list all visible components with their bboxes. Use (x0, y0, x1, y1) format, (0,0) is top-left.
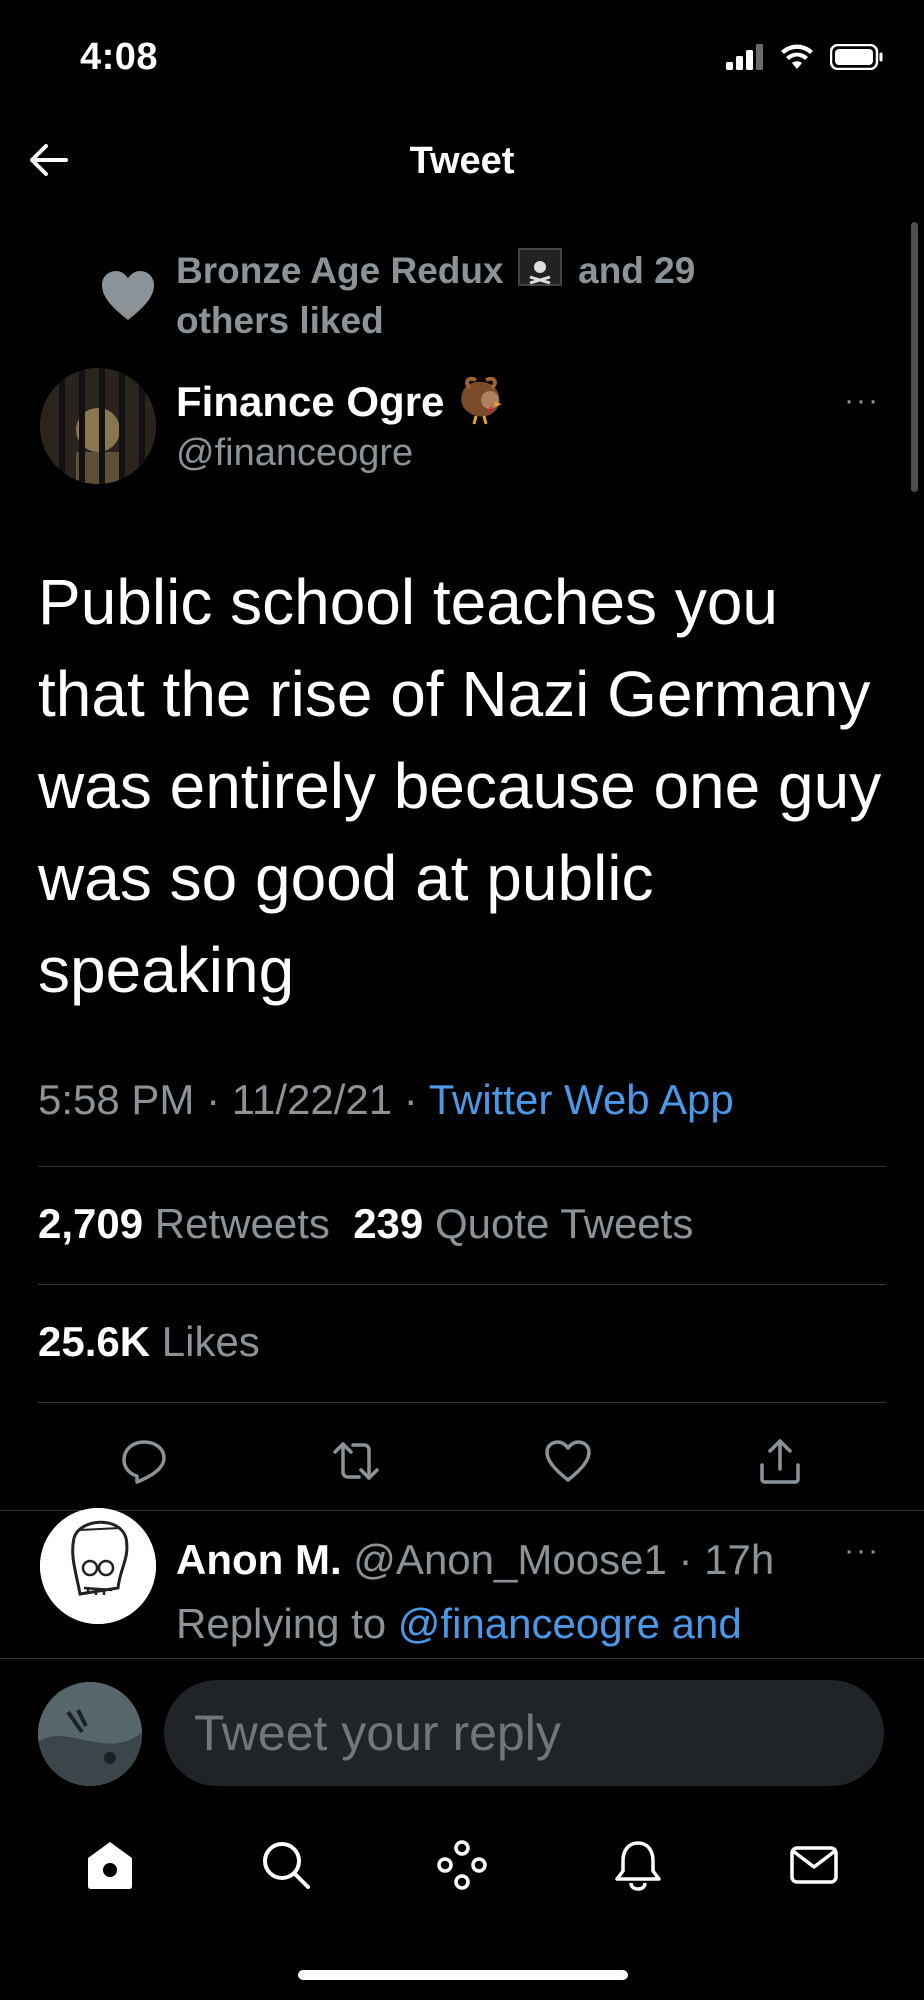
tab-search[interactable] (251, 1830, 321, 1900)
quotes-count: 239 (353, 1200, 424, 1247)
retweet-icon[interactable] (326, 1431, 386, 1491)
home-icon (88, 1842, 132, 1889)
author-name: Finance Ogre (176, 378, 445, 425)
reply-input[interactable] (164, 1680, 884, 1786)
reply-author-name[interactable]: Anon M. (176, 1536, 342, 1583)
reply-icon[interactable] (114, 1431, 174, 1491)
share-icon[interactable] (750, 1431, 810, 1491)
retweet-stats: 2,709 Retweets 239 Quote Tweets (38, 1200, 693, 1248)
meta-separator: · (194, 1076, 232, 1123)
reply-header: Anon M. @Anon_Moose1 · 17h (176, 1536, 774, 1584)
tab-notifications[interactable] (603, 1830, 673, 1900)
replying-prefix: Replying to (176, 1600, 387, 1647)
divider (38, 1284, 886, 1285)
tweet-date: 11/22/21 (231, 1076, 393, 1123)
replying-to: Replying to @financeogre and (176, 1600, 742, 1648)
scrollbar[interactable] (911, 222, 918, 492)
social-context[interactable]: Bronze Age Redux and 29 others liked (176, 246, 796, 346)
reply-time-separator: · (666, 1536, 705, 1583)
retweets-label: Retweets (154, 1200, 330, 1247)
pirate-flag-icon (517, 248, 562, 286)
battery-icon (830, 44, 883, 70)
messages-icon (790, 1846, 838, 1884)
tweet-text: Public school teaches you that the rise … (38, 566, 882, 1006)
divider (38, 1166, 886, 1167)
meta-separator: · (392, 1076, 429, 1123)
signal-icon (726, 44, 763, 70)
wifi-icon (781, 44, 813, 69)
reply-author-handle[interactable]: @Anon_Moose1 (353, 1536, 667, 1583)
reply-time: 17h (704, 1536, 775, 1583)
author-avatar[interactable] (40, 368, 156, 484)
tweet-meta: 5:58 PM · 11/22/21 · Twitter Web App (38, 1076, 734, 1124)
reply-avatar[interactable] (40, 1508, 156, 1624)
like-icon[interactable] (538, 1431, 598, 1491)
status-icons (726, 44, 884, 70)
reply-more-options-icon[interactable]: ··· (844, 1534, 880, 1568)
search-icon (263, 1842, 310, 1889)
more-options-icon[interactable]: ··· (844, 384, 880, 418)
tweet-source-link[interactable]: Twitter Web App (429, 1076, 734, 1123)
author-handle[interactable]: @financeogre (176, 432, 413, 475)
action-bar (38, 1416, 886, 1506)
likes-count: 25.6K (38, 1318, 151, 1365)
home-indicator[interactable] (298, 1970, 628, 1980)
tab-messages[interactable] (779, 1830, 849, 1900)
divider (0, 1658, 924, 1659)
likes-link[interactable]: 25.6K Likes (38, 1318, 260, 1366)
spaces-icon (437, 1840, 487, 1890)
quotes-link[interactable]: 239 Quote Tweets (353, 1200, 693, 1247)
likes-label: Likes (161, 1318, 260, 1365)
tab-bar (0, 1820, 924, 1910)
status-time: 4:08 (80, 36, 159, 78)
tab-home[interactable] (75, 1830, 145, 1900)
liked-heart-icon (102, 271, 154, 320)
page-title: Tweet (409, 140, 515, 182)
retweets-link[interactable]: 2,709 Retweets (38, 1200, 330, 1247)
quotes-label: Quote Tweets (434, 1200, 694, 1247)
turkey-icon (454, 374, 508, 426)
my-avatar[interactable] (38, 1682, 142, 1786)
divider (38, 1402, 886, 1403)
liker-name: Bronze Age Redux (176, 250, 504, 291)
notifications-icon (615, 1841, 661, 1891)
replying-to-link[interactable]: @financeogre and (398, 1600, 742, 1647)
retweets-count: 2,709 (38, 1200, 144, 1247)
divider (0, 1510, 924, 1511)
tab-spaces[interactable] (427, 1830, 497, 1900)
tweet-time: 5:58 PM (38, 1076, 195, 1123)
author-name-row[interactable]: Finance Ogre (176, 374, 508, 426)
